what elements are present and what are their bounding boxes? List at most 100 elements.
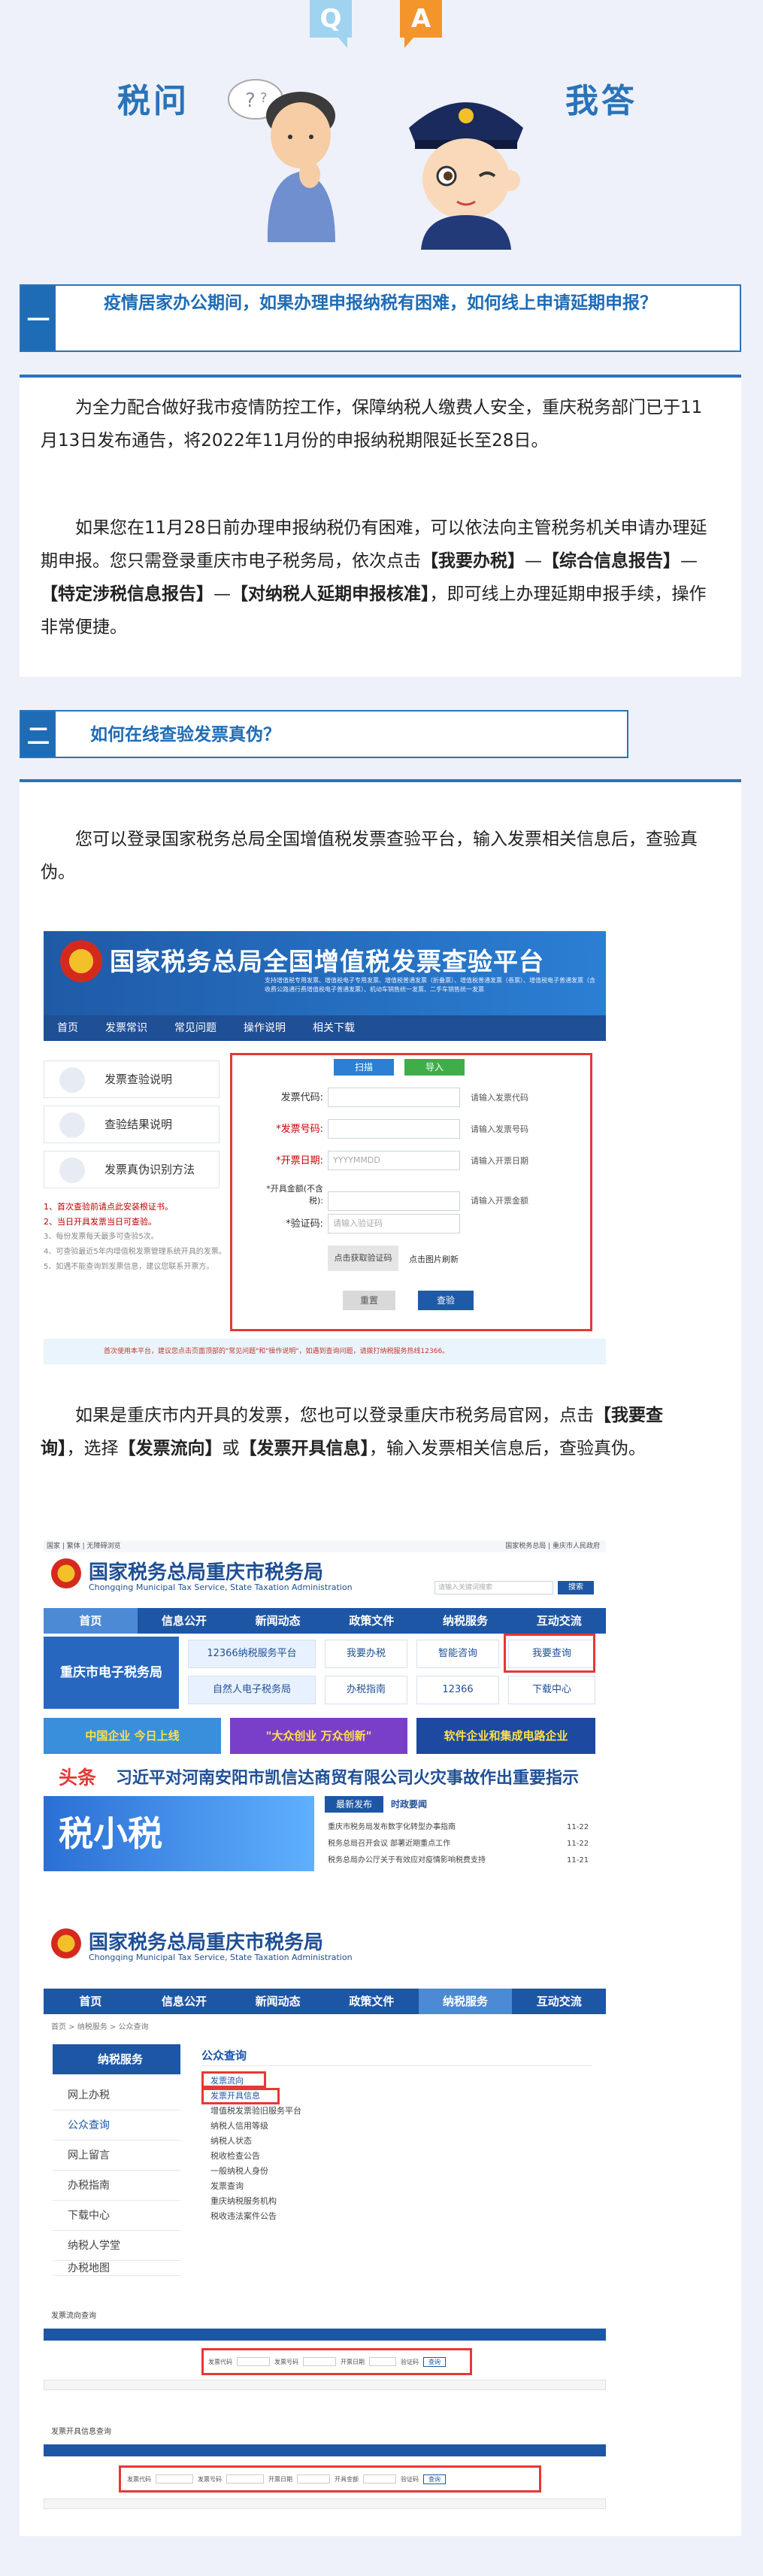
item-10[interactable]: 税收违法案件公告 <box>210 2210 277 2223</box>
tile-12366-platform[interactable]: 12366纳税服务平台 <box>188 1640 316 1668</box>
nav3-interaction[interactable]: 互动交流 <box>512 1989 606 2014</box>
nav3-home[interactable]: 首页 <box>44 1989 138 2014</box>
side-result-guide[interactable]: 查验结果说明 <box>44 1106 220 1143</box>
banner-1[interactable]: 中国企业 今日上线 <box>44 1718 221 1754</box>
info-query-button[interactable]: 查询 <box>423 2474 446 2484</box>
note-1[interactable]: 1、首次查验前请点此安装根证书。 <box>44 1200 173 1214</box>
svg-text:?: ? <box>245 90 256 112</box>
nav3-policy[interactable]: 政策文件 <box>325 1989 419 2014</box>
side-download[interactable]: 下载中心 <box>53 2201 180 2231</box>
flow-number-label: 发票号码 <box>274 2358 298 2365</box>
nav3-open-info[interactable]: 信息公开 <box>138 1989 232 2014</box>
item-6[interactable]: 税收检查公告 <box>210 2150 260 2163</box>
nav2-policy[interactable]: 政策文件 <box>325 1608 419 1634</box>
nav-downloads[interactable]: 相关下载 <box>299 1015 368 1041</box>
invoice-flow-bar <box>44 2329 606 2341</box>
flow-date-label: 开票日期 <box>341 2358 365 2365</box>
site-search-input[interactable]: 请输入关键词搜索 <box>434 1581 553 1594</box>
info-code-input[interactable] <box>156 2474 193 2483</box>
top-bar: 国家 | 繁体 | 无障碍浏览 国家税务总局 | 重庆市人民政府 <box>44 1540 606 1552</box>
flow-query-button[interactable]: 查询 <box>423 2356 446 2367</box>
path-step-1: 【我要办税】 <box>421 551 525 571</box>
tax-emblem-icon-2 <box>51 1928 81 1959</box>
nav2-interaction[interactable]: 互动交流 <box>512 1608 606 1634</box>
side-authenticity-guide-label: 发票真伪识别方法 <box>104 1163 195 1176</box>
tile-tax-guide[interactable]: 办税指南 <box>325 1676 407 1704</box>
nav2-open-info[interactable]: 信息公开 <box>138 1608 232 1634</box>
side-online-tax[interactable]: 网上办税 <box>53 2080 180 2110</box>
news-item-2[interactable]: 税务总局召开会议 部署近期重点工作 <box>328 1837 531 1852</box>
headline-tag: 头条 <box>59 1767 97 1789</box>
headline-text[interactable]: 习近平对河南安阳市凯信达商贸有限公司火灾事故作出重要指示 <box>116 1764 579 1789</box>
nav-faq[interactable]: 常见问题 <box>161 1015 230 1041</box>
tile-smart-consult[interactable]: 智能咨询 <box>416 1640 499 1668</box>
tile-personal-e-tax[interactable]: 自然人电子税务局 <box>188 1676 316 1704</box>
section-2-question: 如何在线查验发票真伪？ <box>90 725 280 745</box>
side-guide[interactable]: 办税指南 <box>53 2171 180 2201</box>
invoice-flow-title: 发票流向查询 <box>51 2312 96 2320</box>
site-subtitle: Chongqing Municipal Tax Service, State T… <box>89 1582 353 1592</box>
site-nav: 首页 信息公开 新闻动态 政策文件 纳税服务 互动交流 <box>44 1608 606 1634</box>
tax-officer-illustration <box>409 102 523 250</box>
side-public-query[interactable]: 公众查询 <box>53 2110 180 2141</box>
side-message[interactable]: 网上留言 <box>53 2141 180 2171</box>
info-number-input[interactable] <box>226 2474 264 2483</box>
invoice-info-bar <box>44 2444 606 2456</box>
nav2-home[interactable]: 首页 <box>44 1608 138 1634</box>
tile-do-tax[interactable]: 我要办税 <box>325 1640 407 1668</box>
flow-number-input[interactable] <box>303 2357 336 2366</box>
e-tax-bureau-banner[interactable]: 重庆市电子税务局 <box>44 1637 179 1709</box>
form-highlight-box <box>230 1053 592 1331</box>
nav-instructions[interactable]: 操作说明 <box>230 1015 299 1041</box>
tile-download-center[interactable]: 下载中心 <box>508 1676 595 1704</box>
flow-date-input[interactable] <box>369 2357 396 2366</box>
top-bar-left[interactable]: 国家 | 繁体 | 无障碍浏览 <box>47 1543 121 1550</box>
item-7[interactable]: 一般纳税人身份 <box>210 2165 268 2178</box>
flow-captcha-label: 验证码 <box>401 2358 419 2365</box>
nav-home[interactable]: 首页 <box>44 1015 92 1041</box>
item-3[interactable]: 增值税发票验旧服务平台 <box>210 2104 301 2118</box>
news-tab-latest[interactable]: 最新发布 <box>325 1796 383 1813</box>
svg-text:?: ? <box>260 90 268 106</box>
national-emblem-icon <box>60 940 102 982</box>
section-2-paragraph-1: 您可以登录国家税务总局全国增值税发票查验平台，输入发票相关信息后，查验真伪。 <box>41 830 698 882</box>
q-badge: Q <box>310 0 352 48</box>
platform-nav: 首页 发票常识 常见问题 操作说明 相关下载 <box>44 1015 606 1041</box>
invoice-check-platform-screenshot: 国家税务总局全国增值税发票查验平台 支持增值税专用发票、增值税电子专用发票、增值… <box>44 931 606 1364</box>
bottom-notice: 首次使用本平台，建议您点击页面顶部的"常见问题"和"操作说明"，如遇到查询问题，… <box>44 1339 606 1364</box>
nav2-tax-service[interactable]: 纳税服务 <box>419 1608 513 1634</box>
nav3-news[interactable]: 新闻动态 <box>231 1989 325 2014</box>
banner-3[interactable]: 软件企业和集成电路企业 <box>416 1718 595 1754</box>
item-8[interactable]: 发票查询 <box>210 2180 244 2193</box>
side-school[interactable]: 纳税人学堂 <box>53 2231 180 2261</box>
news-tab-politics[interactable]: 时政要闻 <box>391 1796 427 1813</box>
invoice-info-highlight-box <box>201 2088 280 2104</box>
nav-invoice-knowledge[interactable]: 发票常识 <box>92 1015 161 1041</box>
search-icon <box>59 1067 85 1093</box>
tile-12366[interactable]: 12366 <box>416 1676 499 1704</box>
item-5[interactable]: 纳税人状态 <box>210 2135 252 2148</box>
header-left-title: 税问 <box>117 82 189 120</box>
info-amount-input[interactable] <box>363 2474 396 2483</box>
side-map[interactable]: 办税地图 <box>53 2261 180 2276</box>
info-date-input[interactable] <box>297 2474 330 2483</box>
site-search-button[interactable]: 搜索 <box>558 1581 594 1594</box>
side-check-guide[interactable]: 发票查验说明 <box>44 1060 220 1098</box>
item-9[interactable]: 重庆纳税服务机构 <box>210 2195 277 2208</box>
nav3-tax-service[interactable]: 纳税服务 <box>418 1989 513 2014</box>
path-step-4: 【对纳税人延期申报核准】 <box>231 584 430 604</box>
banner-2[interactable]: "大众创业 万众创新" <box>230 1718 407 1754</box>
side-authenticity-guide[interactable]: 发票真伪识别方法 <box>44 1151 220 1188</box>
flow-code-label: 发票代码 <box>208 2358 232 2365</box>
nav2-news[interactable]: 新闻动态 <box>231 1608 325 1634</box>
info-captcha-label: 验证码 <box>401 2475 419 2483</box>
top-bar-right[interactable]: 国家税务总局 | 重庆市人民政府 <box>505 1540 600 1552</box>
note-5: 5、如遇不能查询到发票信息，建议您联系开票方。 <box>44 1263 214 1271</box>
info-number-label: 发票号码 <box>198 2475 222 2483</box>
flow-code-input[interactable] <box>237 2357 270 2366</box>
section-2-number: 二 <box>21 712 56 757</box>
platform-title: 国家税务总局全国增值税发票查验平台 <box>110 947 544 976</box>
news-item-1[interactable]: 重庆市税务局发布数字化转型办事指南 <box>328 1820 531 1835</box>
news-item-3[interactable]: 税务总局办公厅关于有效应对疫情影响税费支持 <box>328 1853 531 1868</box>
item-4[interactable]: 纳税人信用等级 <box>210 2119 268 2133</box>
